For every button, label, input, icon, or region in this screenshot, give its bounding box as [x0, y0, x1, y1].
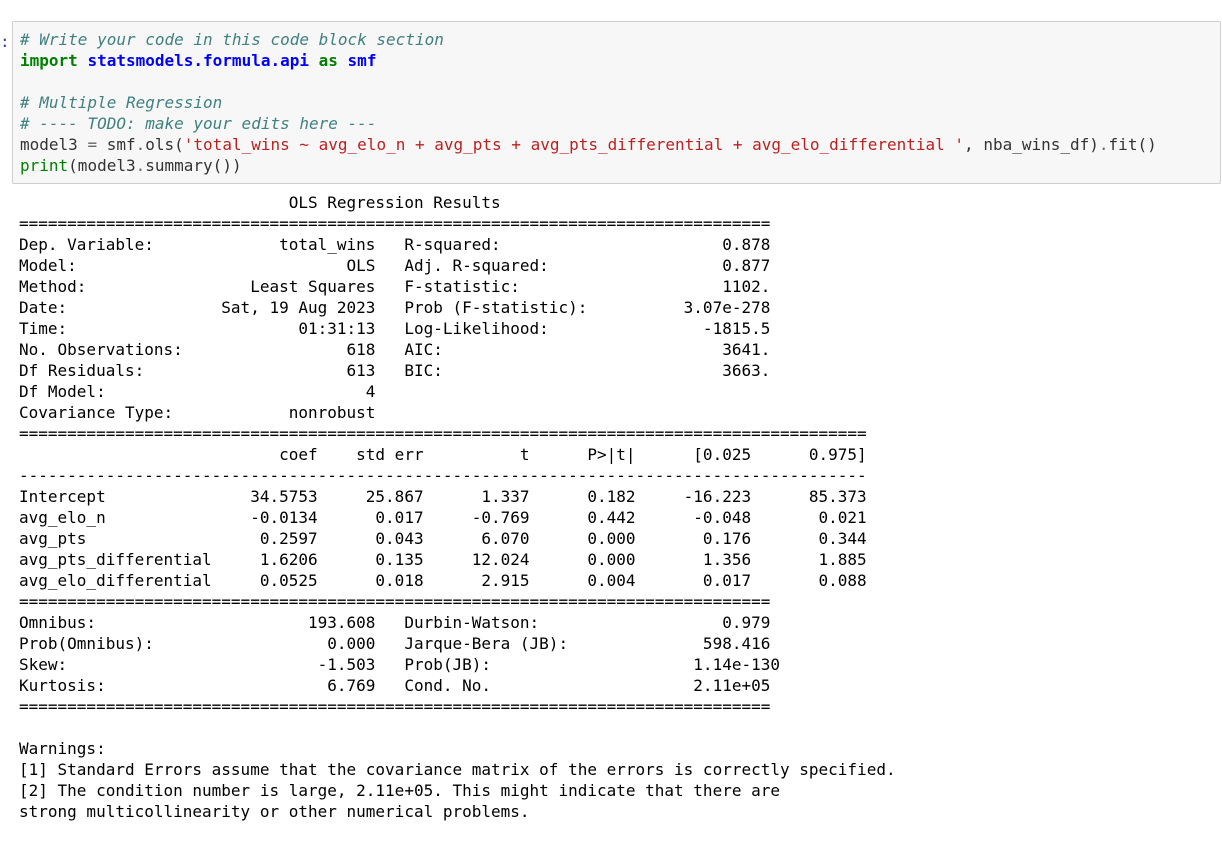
output-line: [1] Standard Errors assume that the cova…: [19, 760, 896, 779]
output-line: Skew: -1.503 Prob(JB): 1.14e-130: [19, 655, 780, 674]
output-line: ========================================…: [19, 697, 771, 716]
code-token: 'total_wins ~ avg_elo_n + avg_pts + avg_…: [183, 135, 965, 154]
code-token: # ---- TODO: make your edits here ---: [20, 114, 377, 133]
output-line: Df Model: 4: [19, 382, 771, 401]
output-line: No. Observations: 618 AIC: 3641.: [19, 340, 771, 359]
code-token: =: [87, 135, 98, 154]
output-line: ========================================…: [19, 424, 867, 443]
output-line: OLS Regression Results: [19, 193, 771, 212]
code-token: # Multiple Regression: [20, 93, 223, 112]
output-line: avg_elo_differential 0.0525 0.018 2.915 …: [19, 571, 867, 590]
code-line[interactable]: model3 = smf.ols('total_wins ~ avg_elo_n…: [20, 134, 1157, 155]
code-line[interactable]: # Write your code in this code block sec…: [20, 29, 1157, 50]
code-line[interactable]: # Multiple Regression: [20, 92, 1157, 113]
code-token: smf: [97, 135, 136, 154]
code-line[interactable]: print(model3.summary()): [20, 155, 1157, 176]
output-line: coef std err t P>|t| [0.025 0.975]: [19, 445, 867, 464]
output-line: Df Residuals: 613 BIC: 3663.: [19, 361, 771, 380]
code-token: as: [318, 51, 338, 70]
output-line: Warnings:: [19, 739, 106, 758]
code-token: .: [135, 135, 146, 154]
output-line: Time: 01:31:13 Log-Likelihood: -1815.5: [19, 319, 771, 338]
code-cell-editor[interactable]: # Write your code in this code block sec…: [12, 21, 1221, 184]
output-line: ========================================…: [19, 592, 771, 611]
output-line: Date: Sat, 19 Aug 2023 Prob (F-statistic…: [19, 298, 771, 317]
output-line: Kurtosis: 6.769 Cond. No. 2.11e+05: [19, 676, 771, 695]
code-token: statsmodels.formula.api: [87, 51, 309, 70]
output-line: ----------------------------------------…: [19, 466, 867, 485]
output-line: Model: OLS Adj. R-squared: 0.877: [19, 256, 771, 275]
code-token: import: [20, 51, 78, 70]
code-token: , nba_wins_df): [964, 135, 1099, 154]
code-line[interactable]: # ---- TODO: make your edits here ---: [20, 113, 1157, 134]
output-line: Method: Least Squares F-statistic: 1102.: [19, 277, 771, 296]
cell-output: OLS Regression Results =================…: [19, 192, 896, 822]
output-line: strong multicollinearity or other numeri…: [19, 802, 530, 821]
output-line: avg_elo_n -0.0134 0.017 -0.769 0.442 -0.…: [19, 508, 867, 527]
output-line: ========================================…: [19, 214, 771, 233]
output-line: avg_pts 0.2597 0.043 6.070 0.000 0.176 0…: [19, 529, 867, 548]
code-token: ols(: [145, 135, 184, 154]
code-line[interactable]: [20, 71, 1157, 92]
output-line: Omnibus: 193.608 Durbin-Watson: 0.979: [19, 613, 771, 632]
output-line: Covariance Type: nonrobust: [19, 403, 771, 422]
code-token: .: [1098, 135, 1109, 154]
code-token: (model3: [68, 156, 136, 175]
code-token: model3: [20, 135, 88, 154]
code-token: # Write your code in this code block sec…: [20, 30, 444, 49]
code-token: fit(): [1108, 135, 1157, 154]
code-token: .: [135, 156, 146, 175]
cell-prompt-marker: :: [0, 32, 10, 51]
output-line: Intercept 34.5753 25.867 1.337 0.182 -16…: [19, 487, 867, 506]
output-line: avg_pts_differential 1.6206 0.135 12.024…: [19, 550, 867, 569]
output-line: [2] The condition number is large, 2.11e…: [19, 781, 780, 800]
output-line: Prob(Omnibus): 0.000 Jarque-Bera (JB): 5…: [19, 634, 771, 653]
code-line[interactable]: import statsmodels.formula.api as smf: [20, 50, 1157, 71]
output-line: Dep. Variable: total_wins R-squared: 0.8…: [19, 235, 771, 254]
code-lines[interactable]: # Write your code in this code block sec…: [20, 29, 1157, 176]
code-token: summary()): [145, 156, 242, 175]
code-token: smf: [347, 51, 377, 70]
code-token: print: [20, 156, 69, 175]
